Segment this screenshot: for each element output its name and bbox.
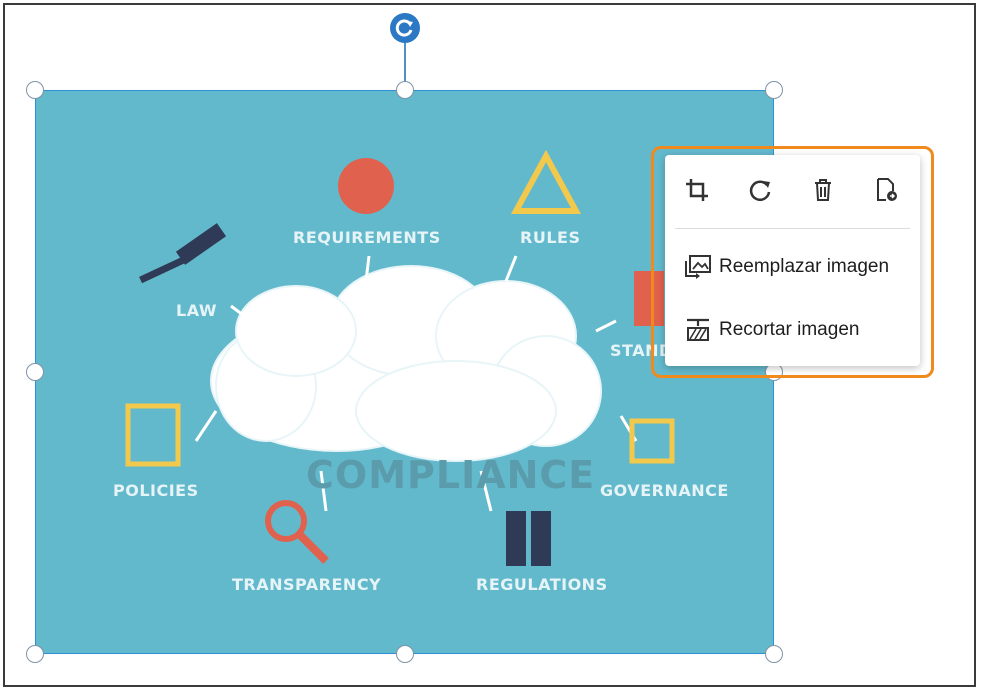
resize-handle-top-left[interactable] <box>26 81 44 99</box>
resize-handle-left[interactable] <box>26 363 44 381</box>
menu-highlight-outline <box>651 146 934 378</box>
resize-handle-bottom-right[interactable] <box>765 645 783 663</box>
rotation-handle-stem <box>404 42 406 86</box>
rotation-handle[interactable] <box>390 13 420 43</box>
resize-handle-bottom-left[interactable] <box>26 645 44 663</box>
rotate-handle-icon <box>395 19 413 37</box>
resize-handle-bottom[interactable] <box>396 645 414 663</box>
resize-handle-top-right[interactable] <box>765 81 783 99</box>
resize-handle-top[interactable] <box>396 81 414 99</box>
